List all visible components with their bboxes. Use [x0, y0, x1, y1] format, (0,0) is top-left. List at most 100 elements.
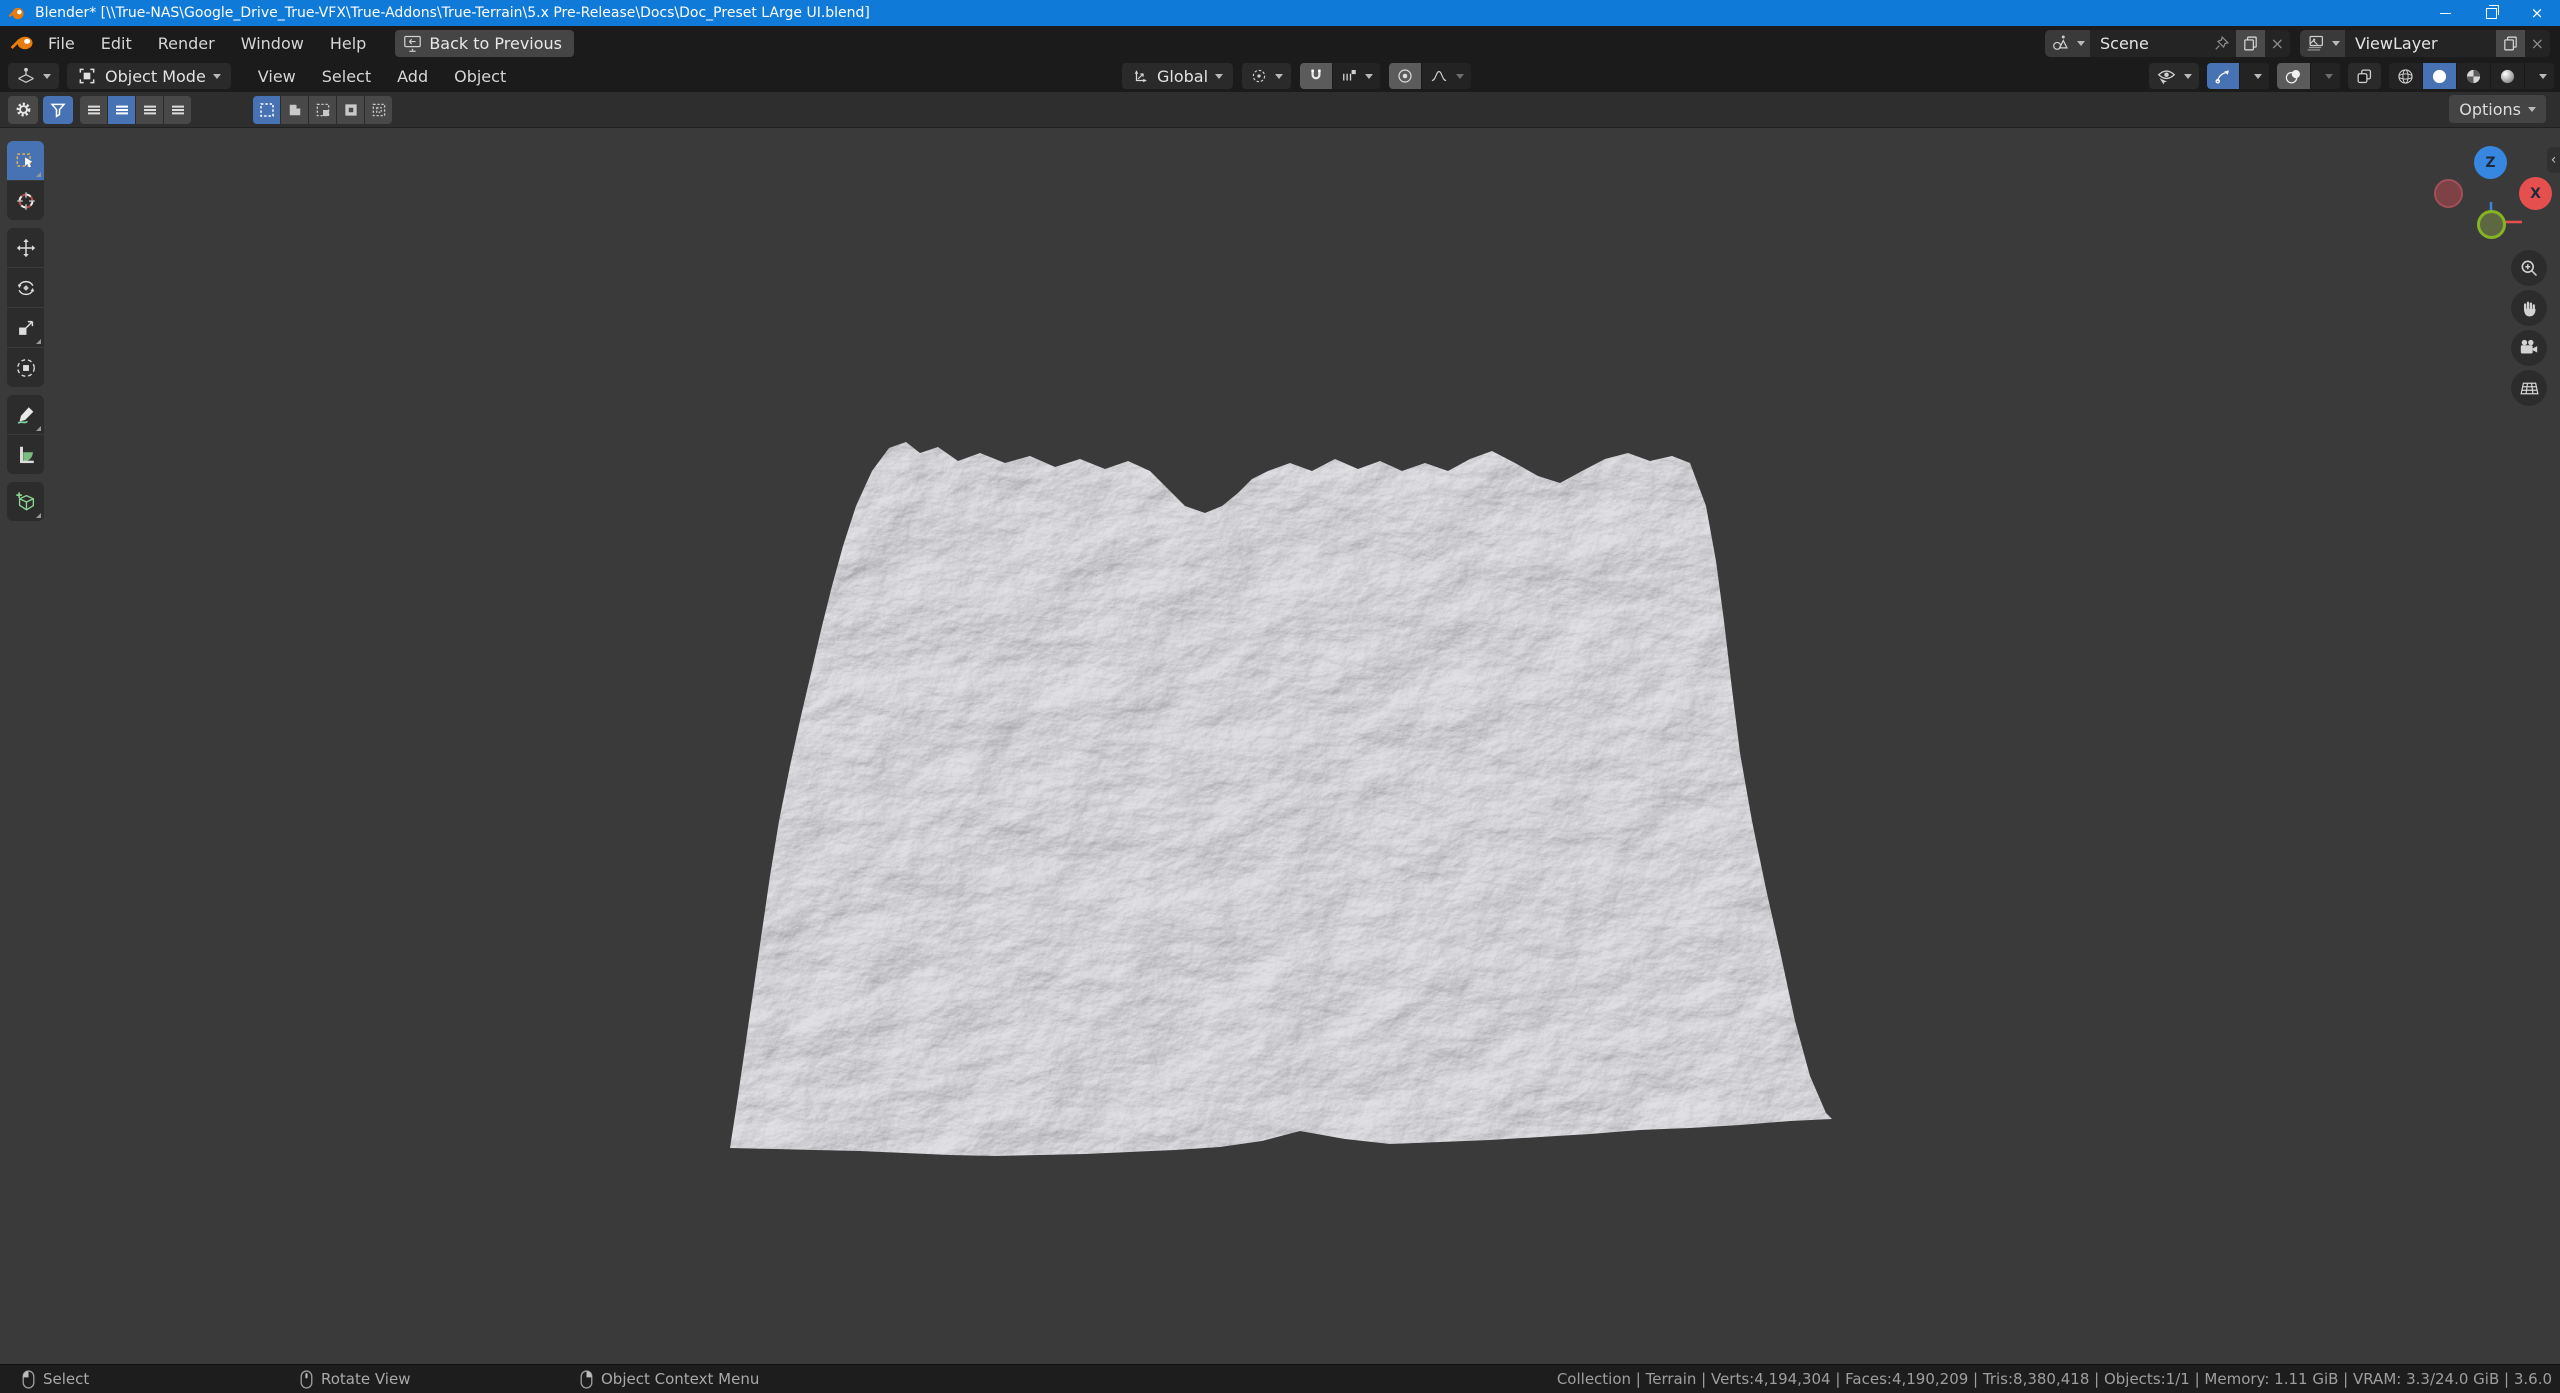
material-sphere-icon: [2464, 67, 2483, 86]
proportional-falloff-dropdown[interactable]: [1421, 63, 1471, 89]
terrain-mesh[interactable]: [700, 401, 1850, 1171]
camera-view-button[interactable]: [2511, 330, 2547, 366]
gizmo-axis-y[interactable]: [2477, 210, 2506, 239]
shading-settings-dropdown[interactable]: [2524, 63, 2554, 89]
density-option-4[interactable]: [163, 96, 191, 124]
editor-type-button[interactable]: [8, 63, 59, 89]
select-mode-difference[interactable]: [336, 96, 364, 124]
blender-menu-icon[interactable]: [10, 33, 35, 53]
funnel-icon: [49, 101, 67, 119]
tool-select-box[interactable]: [7, 141, 44, 180]
gizmo-axis-minus-x[interactable]: [2434, 179, 2463, 208]
pivot-point-dropdown[interactable]: [1242, 63, 1291, 89]
select-box-icon: [15, 150, 37, 172]
tool-rotate[interactable]: [7, 268, 44, 307]
remove-viewlayer-button[interactable]: ×: [2525, 30, 2550, 57]
tool-measure[interactable]: [7, 435, 44, 474]
grid-icon: [2519, 378, 2540, 399]
options-label: Options: [2459, 100, 2521, 119]
menu-file[interactable]: File: [35, 34, 88, 53]
scene-selector: Scene ×: [2045, 30, 2290, 57]
close-icon: ×: [2531, 34, 2544, 53]
proportional-editing-toggle[interactable]: [1389, 63, 1421, 89]
viewport-3d[interactable]: ‹ Z X: [0, 128, 2560, 1364]
unlink-scene-button[interactable]: ×: [2265, 30, 2290, 57]
tool-options-corner: [36, 339, 41, 344]
viewlayer-browse-button[interactable]: [2300, 30, 2345, 57]
lines-icon: [85, 101, 103, 119]
gizmo-axis-x[interactable]: X: [2519, 177, 2552, 210]
select-mode-set[interactable]: [253, 96, 280, 124]
mode-dropdown[interactable]: Object Mode: [67, 63, 231, 89]
filter-button[interactable]: [43, 96, 73, 124]
menu-window[interactable]: Window: [228, 34, 317, 53]
show-overlays-toggle[interactable]: [2277, 63, 2310, 89]
options-dropdown[interactable]: Options: [2449, 95, 2546, 123]
menu-render[interactable]: Render: [145, 34, 228, 53]
select-mode-group: [253, 96, 392, 124]
density-option-3[interactable]: [135, 96, 163, 124]
tool-annotate[interactable]: [7, 395, 44, 434]
menu-object[interactable]: Object: [441, 67, 519, 86]
tool-transform[interactable]: [7, 348, 44, 387]
shading-material-button[interactable]: [2456, 63, 2490, 89]
snap-increment-icon: [1340, 67, 1358, 85]
chevron-down-icon: [1456, 74, 1464, 79]
shading-rendered-button[interactable]: [2490, 63, 2524, 89]
menu-select[interactable]: Select: [309, 67, 384, 86]
menu-help[interactable]: Help: [317, 34, 379, 53]
new-viewlayer-button[interactable]: [2496, 30, 2525, 57]
restore-button[interactable]: [2468, 0, 2514, 26]
xray-toggle[interactable]: [2348, 63, 2381, 89]
viewlayer-name[interactable]: ViewLayer: [2345, 34, 2496, 53]
terrain-surface[interactable]: [730, 442, 1832, 1156]
proportional-edit-group: [1389, 63, 1471, 89]
object-mode-icon: [77, 66, 97, 86]
menu-edit[interactable]: Edit: [88, 34, 145, 53]
shading-wireframe-button[interactable]: [2389, 63, 2422, 89]
transform-orientation-dropdown[interactable]: Global: [1122, 63, 1233, 89]
menu-view[interactable]: View: [245, 67, 309, 86]
mouse-middle-click-icon: [300, 1370, 313, 1389]
new-scene-button[interactable]: [2236, 30, 2265, 57]
density-option-1[interactable]: [80, 96, 107, 124]
select-mode-intersect[interactable]: [364, 96, 392, 124]
top-menu-bar: File Edit Render Window Help Back to Pre…: [0, 26, 2560, 61]
scene-name[interactable]: Scene: [2090, 34, 2207, 53]
tool-add-cube[interactable]: [7, 482, 44, 521]
overlays-icon: [2284, 67, 2303, 86]
gizmo-settings-dropdown[interactable]: [2239, 63, 2269, 89]
show-gizmo-toggle[interactable]: [2207, 63, 2239, 89]
tool-move[interactable]: [7, 228, 44, 267]
shading-solid-button[interactable]: [2422, 63, 2456, 89]
pan-button[interactable]: [2511, 290, 2547, 326]
density-option-2[interactable]: [107, 96, 135, 124]
title-bar: Blender* [\\True-NAS\Google_Drive_True-V…: [0, 0, 2560, 26]
3d-cursor-icon: [15, 190, 37, 212]
window-title: Blender* [\\True-NAS\Google_Drive_True-V…: [35, 5, 870, 21]
overlays-group: [2277, 63, 2340, 89]
snap-toggle[interactable]: [1300, 63, 1332, 89]
scale-icon: [15, 317, 37, 339]
orthographic-toggle-button[interactable]: [2511, 370, 2547, 406]
overlays-settings-dropdown[interactable]: [2310, 63, 2340, 89]
solid-sphere-icon: [2430, 67, 2449, 86]
lines-icon: [169, 101, 187, 119]
tool-scale[interactable]: [7, 308, 44, 347]
menu-add[interactable]: Add: [384, 67, 441, 86]
tool-cursor[interactable]: [7, 181, 44, 220]
zoom-button[interactable]: [2511, 250, 2547, 286]
tool-options-corner: [36, 513, 41, 518]
pin-scene-button[interactable]: [2207, 30, 2236, 57]
gizmo-axis-z[interactable]: Z: [2474, 146, 2507, 179]
select-mode-subtract[interactable]: [308, 96, 336, 124]
tool-settings-gear-button[interactable]: [8, 96, 38, 124]
minimize-button[interactable]: [2422, 0, 2468, 26]
snapping-group: [1300, 63, 1380, 89]
select-mode-extend[interactable]: [280, 96, 308, 124]
object-visibility-dropdown[interactable]: [2149, 63, 2199, 89]
scene-browse-button[interactable]: [2045, 30, 2090, 57]
snap-settings-dropdown[interactable]: [1332, 63, 1380, 89]
back-to-previous-button[interactable]: Back to Previous: [395, 30, 574, 57]
close-button[interactable]: ×: [2514, 0, 2560, 26]
